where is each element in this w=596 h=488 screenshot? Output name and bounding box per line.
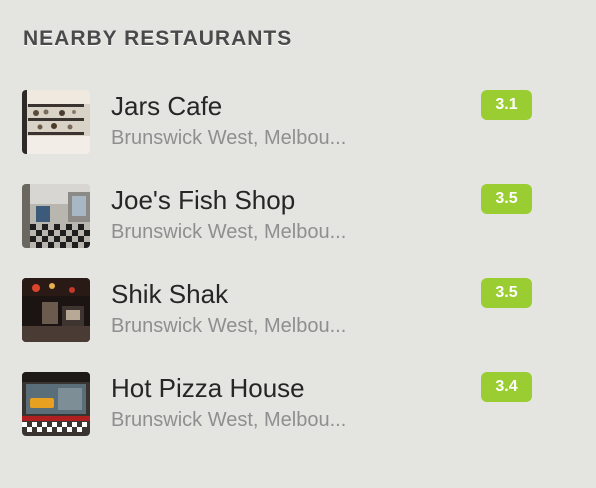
- restaurant-name[interactable]: Joe's Fish Shop: [111, 184, 295, 216]
- section-title: NEARBY RESTAURANTS: [23, 27, 293, 50]
- restaurant-list-item[interactable]: Jars Cafe Brunswick West, Melbou... 3.1: [0, 90, 596, 170]
- rating-badge: 3.1: [481, 90, 532, 120]
- restaurant-thumbnail: [22, 184, 90, 248]
- restaurant-name[interactable]: Jars Cafe: [111, 90, 222, 122]
- restaurant-list-item[interactable]: Joe's Fish Shop Brunswick West, Melbou..…: [0, 184, 596, 264]
- rating-badge: 3.5: [481, 278, 532, 308]
- restaurant-list-item[interactable]: Hot Pizza House Brunswick West, Melbou..…: [0, 372, 596, 452]
- fish-shop-photo-icon: [22, 184, 90, 248]
- rating-badge: 3.5: [481, 184, 532, 214]
- restaurant-name[interactable]: Hot Pizza House: [111, 372, 305, 404]
- restaurant-thumbnail: [22, 90, 90, 154]
- restaurant-location: Brunswick West, Melbou...: [111, 127, 347, 149]
- restaurant-location: Brunswick West, Melbou...: [111, 221, 347, 243]
- restaurant-location: Brunswick West, Melbou...: [111, 409, 347, 431]
- restaurant-list-item[interactable]: Shik Shak Brunswick West, Melbou... 3.5: [0, 278, 596, 358]
- restaurant-thumbnail: [22, 372, 90, 436]
- restaurant-thumbnail: [22, 278, 90, 342]
- shik-shak-photo-icon: [22, 278, 90, 342]
- pizza-house-photo-icon: [22, 372, 90, 436]
- restaurant-location: Brunswick West, Melbou...: [111, 315, 347, 337]
- cafe-photo-icon: [22, 90, 90, 154]
- restaurant-name[interactable]: Shik Shak: [111, 278, 228, 310]
- rating-badge: 3.4: [481, 372, 532, 402]
- nearby-restaurants-panel: NEARBY RESTAURANTS Jars Cafe Brunswick W…: [0, 0, 596, 488]
